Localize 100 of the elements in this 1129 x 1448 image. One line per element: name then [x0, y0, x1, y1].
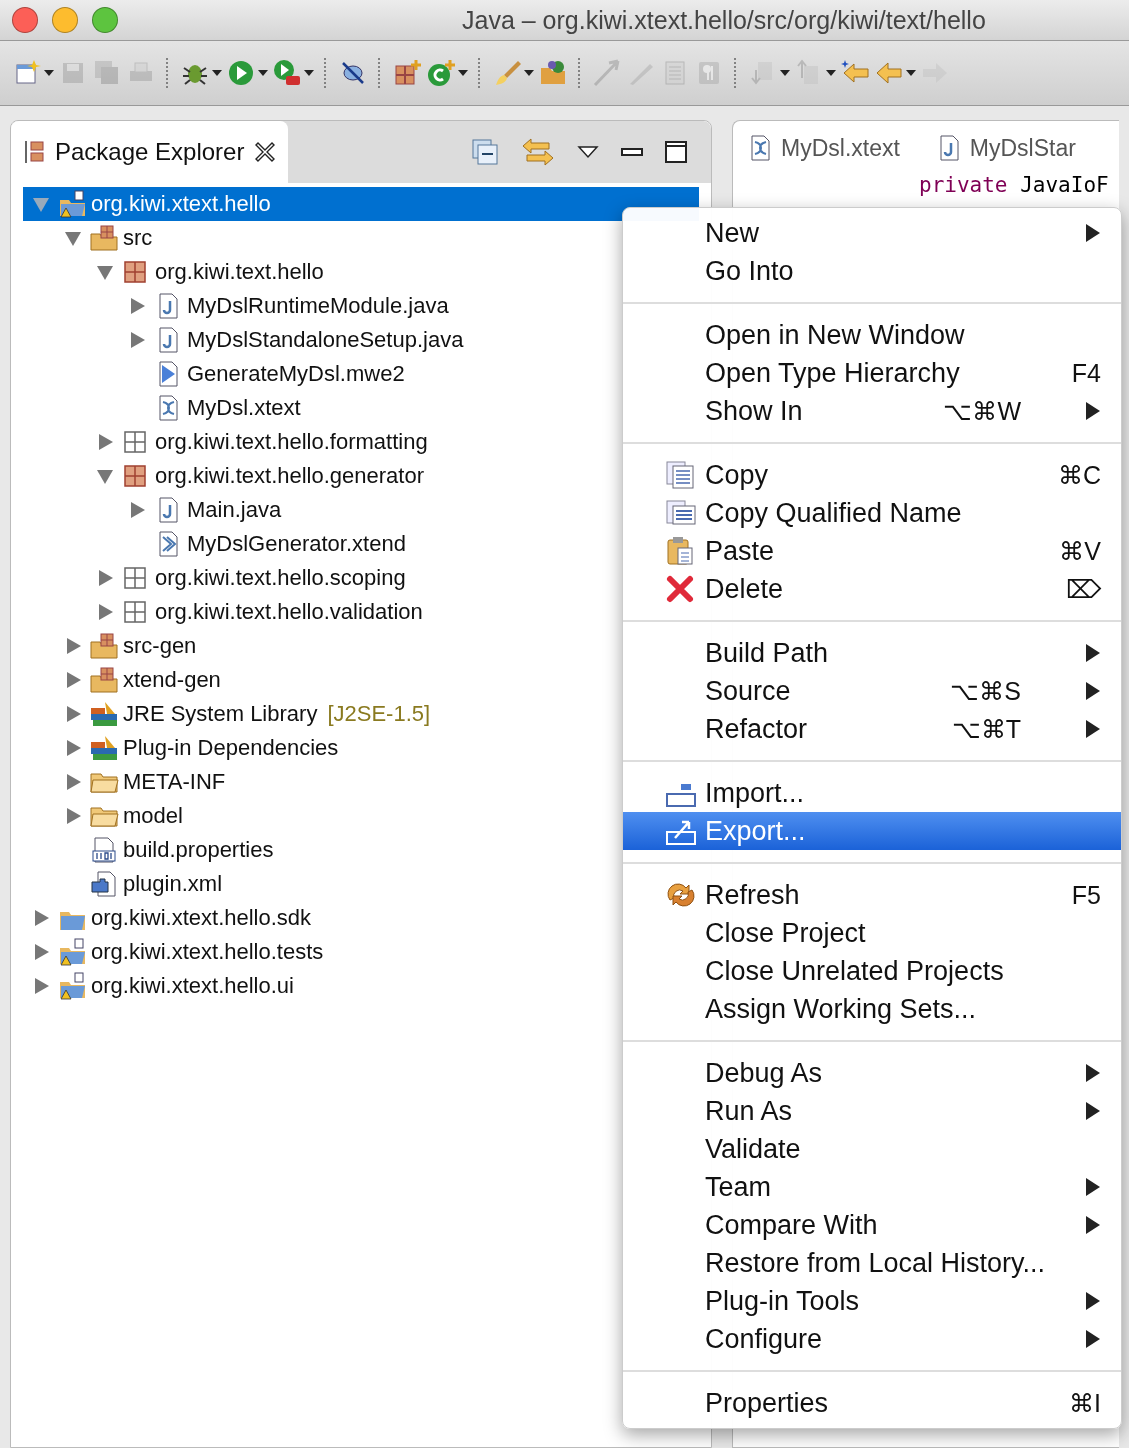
submenu-arrow-icon [1085, 223, 1101, 243]
project-folder-icon [57, 190, 87, 218]
tree-item-label: build.properties [123, 837, 274, 863]
menu-item[interactable]: Properties ⌘I [623, 1384, 1121, 1422]
package-hierarchy-icon [23, 139, 45, 165]
collapsed-triangle-icon[interactable] [32, 909, 50, 927]
zoom-button[interactable] [92, 7, 118, 33]
maximize-icon[interactable] [665, 141, 687, 163]
toolbar-button[interactable] [392, 58, 422, 88]
menu-item-label: Plug-in Tools [705, 1285, 861, 1317]
tree-item-label: xtend-gen [123, 667, 221, 693]
submenu-arrow-icon [1085, 1063, 1101, 1083]
tree-item-label: META-INF [123, 769, 226, 795]
collapsed-triangle-icon[interactable] [96, 569, 114, 587]
package-folder-icon [89, 632, 119, 660]
collapsed-triangle-icon[interactable] [128, 297, 146, 315]
view-tab[interactable]: Package Explorer [11, 121, 289, 183]
menu-item[interactable]: Restore from Local History... [623, 1244, 1121, 1282]
tree-item-label: org.kiwi.text.hello.formatting [155, 429, 428, 455]
menu-item-label: Restore from Local History... [705, 1247, 1047, 1279]
view-menu-icon[interactable] [577, 145, 599, 159]
menu-item[interactable]: Export... [623, 812, 1121, 850]
collapsed-triangle-icon[interactable] [64, 637, 82, 655]
shortcut-label: F4 [1071, 358, 1101, 388]
arrow-icon [592, 58, 622, 88]
expanded-triangle-icon[interactable] [64, 229, 82, 247]
menu-item-label: Open Type Hierarchy [705, 357, 961, 389]
menu-item-label: Export... [705, 815, 807, 847]
collapsed-triangle-icon[interactable] [128, 501, 146, 519]
submenu-arrow-icon [1085, 1101, 1101, 1121]
caret-icon [780, 69, 790, 77]
menu-item[interactable]: Team [623, 1168, 1121, 1206]
menu-item[interactable]: Validate [623, 1130, 1121, 1168]
menu-item-label: Validate [705, 1133, 802, 1165]
menu-item-label: Properties [705, 1387, 830, 1419]
project-folder-icon [57, 972, 87, 1000]
expanded-triangle-icon[interactable] [96, 263, 114, 281]
menu-item-label: Build Path [705, 637, 830, 669]
menu-item-label: Close Project [705, 917, 867, 949]
collapsed-triangle-icon[interactable] [64, 671, 82, 689]
tree-item-label: org.kiwi.xtext.hello.ui [91, 973, 294, 999]
editor-tab-label: MyDslStar [969, 134, 1076, 162]
class-plus-icon [426, 58, 456, 88]
menu-item[interactable]: Compare With [623, 1206, 1121, 1244]
collapsed-triangle-icon[interactable] [96, 603, 114, 621]
menu-item-label: Paste [705, 535, 776, 567]
menu-item-label: Refactor [705, 713, 809, 745]
tree-item-label: Plug-in Dependencies [123, 735, 339, 761]
collapse-all-icon[interactable] [471, 138, 499, 166]
tree-item-label: Main.java [187, 497, 282, 523]
collapsed-triangle-icon[interactable] [64, 773, 82, 791]
menu-item-label: Run As [705, 1095, 794, 1127]
package-folder-icon [89, 666, 119, 694]
code-line: private JavaIoF [918, 173, 1110, 197]
collapsed-triangle-icon[interactable] [64, 807, 82, 825]
collapsed-triangle-icon[interactable] [32, 943, 50, 961]
toolbar-button[interactable] [538, 58, 580, 88]
minimize-icon[interactable] [621, 146, 643, 158]
close-icon[interactable] [254, 141, 277, 163]
caret-icon [826, 69, 836, 77]
menu-item[interactable]: Debug As [623, 1054, 1121, 1092]
project-folder-icon [57, 938, 87, 966]
minimize-button[interactable] [52, 7, 78, 33]
tree-item-label: org.kiwi.text.hello.generator [155, 463, 425, 489]
menu-item[interactable]: Plug-in Tools [623, 1282, 1121, 1320]
tree-item-label: org.kiwi.text.hello [155, 259, 324, 285]
caret-icon [458, 69, 468, 77]
expanded-triangle-icon[interactable] [96, 467, 114, 485]
collapsed-triangle-icon[interactable] [32, 977, 50, 995]
tree-item-label: org.kiwi.xtext.hello.sdk [91, 905, 312, 931]
menu-item[interactable]: Run As [623, 1092, 1121, 1130]
window-title: Java – org.kiwi.xtext.hello/src/org/kiwi/text/hello [462, 5, 986, 35]
collapsed-triangle-icon[interactable] [64, 705, 82, 723]
toolbar-button[interactable] [226, 58, 268, 88]
close-button[interactable] [12, 7, 38, 33]
menu-item[interactable]: Configure [623, 1320, 1121, 1358]
tree-item[interactable]: org.kiwi.xtext.hello [23, 187, 699, 221]
shortcut-label: F5 [1071, 880, 1101, 910]
editor-tab[interactable]: MyDsl.xtext [745, 134, 900, 162]
menu-item-label: New [705, 217, 760, 249]
submenu-arrow-icon [1085, 1215, 1101, 1235]
caret-icon [906, 69, 916, 77]
menu-item-label: Copy [705, 459, 770, 491]
menu-item-label: Team [705, 1171, 773, 1203]
link-arrows-icon[interactable] [521, 137, 555, 167]
menu-item-label: Show In [705, 395, 804, 427]
collapsed-triangle-icon[interactable] [96, 433, 114, 451]
collapsed-triangle-icon[interactable] [128, 331, 146, 349]
tree-item-label: org.kiwi.xtext.hello.tests [91, 939, 324, 965]
shortcut-label: ⌥⌘T [951, 714, 1021, 744]
toolbar-button[interactable] [272, 58, 326, 88]
plugin-file-icon [89, 870, 119, 898]
menu-item-label: Compare With [705, 1209, 879, 1241]
shortcut-label: ⌥⌘W [943, 396, 1021, 426]
menu-item-label: Open in New Window [705, 319, 966, 351]
tree-item-label: org.kiwi.xtext.hello [91, 191, 271, 217]
caret-icon [212, 69, 222, 77]
collapsed-triangle-icon[interactable] [64, 739, 82, 757]
editor-tab[interactable]: MyDslStar [933, 134, 1076, 162]
package-folder-icon [89, 224, 119, 252]
